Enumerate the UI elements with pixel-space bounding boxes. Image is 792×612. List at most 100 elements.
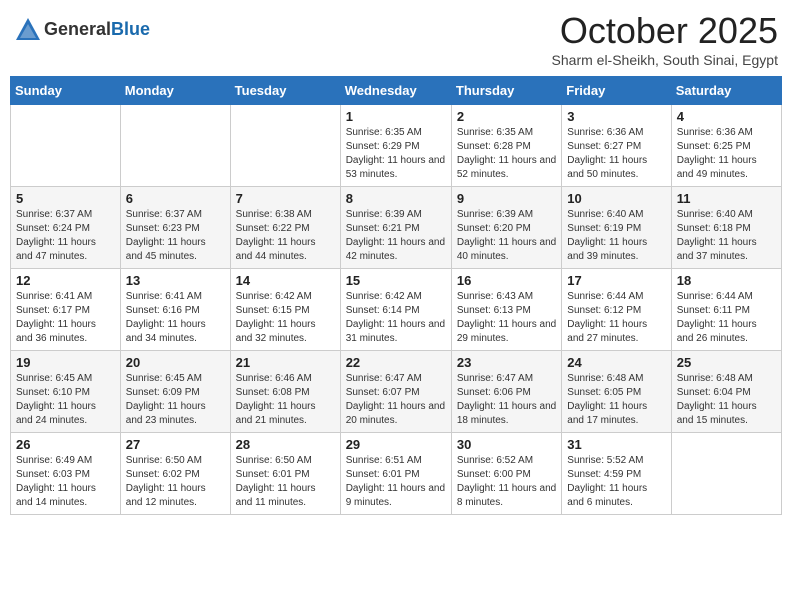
calendar-day-cell: 17 Sunrise: 6:44 AM Sunset: 6:12 PM Dayli… — [562, 269, 671, 351]
day-info: Sunrise: 6:48 AM Sunset: 6:04 PM Dayligh… — [677, 372, 776, 428]
calendar-day-cell: 16 Sunrise: 6:43 AM Sunset: 6:13 PM Dayli… — [451, 269, 561, 351]
calendar-day-cell: 27Sunrise: 6:50 AM Sunset: 6:02 PM Dayli… — [120, 433, 230, 515]
calendar-day-cell: 18 Sunrise: 6:44 AM Sunset: 6:11 PM Dayli… — [671, 269, 781, 351]
calendar-day-cell: 15Sunrise: 6:42 AM Sunset: 6:14 PM Dayli… — [340, 269, 451, 351]
calendar-day-cell: 6Sunrise: 6:37 AM Sunset: 6:23 PM Daylig… — [120, 187, 230, 269]
day-info: Sunrise: 6:36 AM Sunset: 6:25 PM Dayligh… — [677, 126, 776, 182]
day-number: 28 — [236, 437, 335, 452]
calendar-day-cell: 19 Sunrise: 6:45 AM Sunset: 6:10 PM Dayli… — [11, 351, 121, 433]
day-info: Sunrise: 6:39 AM Sunset: 6:20 PM Dayligh… — [457, 208, 556, 264]
day-number: 1 — [346, 109, 446, 124]
day-number: 6 — [126, 191, 225, 206]
calendar-day-cell: 13 Sunrise: 6:41 AM Sunset: 6:16 PM Dayli… — [120, 269, 230, 351]
day-number: 15 — [346, 273, 446, 288]
calendar-day-cell: 30Sunrise: 6:52 AM Sunset: 6:00 PM Dayli… — [451, 433, 561, 515]
day-number: 17 — [567, 273, 665, 288]
calendar-day-cell: 29 Sunrise: 6:51 AM Sunset: 6:01 PM Dayli… — [340, 433, 451, 515]
day-info: Sunrise: 6:35 AM Sunset: 6:29 PM Dayligh… — [346, 126, 446, 182]
calendar-day-cell — [230, 105, 340, 187]
calendar-week-row: 12 Sunrise: 6:41 AM Sunset: 6:17 PM Dayli… — [11, 269, 782, 351]
calendar-day-cell: 1 Sunrise: 6:35 AM Sunset: 6:29 PM Daylig… — [340, 105, 451, 187]
calendar-day-cell: 8 Sunrise: 6:39 AM Sunset: 6:21 PM Daylig… — [340, 187, 451, 269]
day-info: Sunrise: 6:44 AM Sunset: 6:11 PM Dayligh… — [677, 290, 776, 346]
day-of-week-header: Monday — [120, 77, 230, 105]
day-number: 12 — [16, 273, 115, 288]
calendar-day-cell: 7 Sunrise: 6:38 AM Sunset: 6:22 PM Daylig… — [230, 187, 340, 269]
day-info: Sunrise: 6:40 AM Sunset: 6:18 PM Dayligh… — [677, 208, 776, 264]
day-number: 7 — [236, 191, 335, 206]
day-info: Sunrise: 6:37 AM Sunset: 6:24 PM Dayligh… — [16, 208, 115, 264]
calendar-day-cell — [120, 105, 230, 187]
calendar-header-row: SundayMondayTuesdayWednesdayThursdayFrid… — [11, 77, 782, 105]
calendar-day-cell: 26 Sunrise: 6:49 AM Sunset: 6:03 PM Dayli… — [11, 433, 121, 515]
location: Sharm el-Sheikh, South Sinai, Egypt — [552, 52, 778, 68]
day-number: 4 — [677, 109, 776, 124]
calendar-day-cell: 3 Sunrise: 6:36 AM Sunset: 6:27 PM Daylig… — [562, 105, 671, 187]
day-info: Sunrise: 6:49 AM Sunset: 6:03 PM Dayligh… — [16, 454, 115, 510]
logo-icon — [14, 16, 42, 44]
day-of-week-header: Saturday — [671, 77, 781, 105]
day-info: Sunrise: 6:43 AM Sunset: 6:13 PM Dayligh… — [457, 290, 556, 346]
calendar-week-row: 26 Sunrise: 6:49 AM Sunset: 6:03 PM Dayli… — [11, 433, 782, 515]
calendar-day-cell: 22 Sunrise: 6:47 AM Sunset: 6:07 PM Dayli… — [340, 351, 451, 433]
day-number: 20 — [126, 355, 225, 370]
day-number: 11 — [677, 191, 776, 206]
day-info: Sunrise: 6:35 AM Sunset: 6:28 PM Dayligh… — [457, 126, 556, 182]
calendar-day-cell: 2Sunrise: 6:35 AM Sunset: 6:28 PM Daylig… — [451, 105, 561, 187]
day-info: Sunrise: 6:38 AM Sunset: 6:22 PM Dayligh… — [236, 208, 335, 264]
calendar-table: SundayMondayTuesdayWednesdayThursdayFrid… — [10, 76, 782, 515]
calendar-day-cell — [11, 105, 121, 187]
day-number: 19 — [16, 355, 115, 370]
day-info: Sunrise: 6:52 AM Sunset: 6:00 PM Dayligh… — [457, 454, 556, 510]
day-number: 25 — [677, 355, 776, 370]
calendar-day-cell: 31Sunrise: 5:52 AM Sunset: 4:59 PM Dayli… — [562, 433, 671, 515]
day-info: Sunrise: 6:41 AM Sunset: 6:17 PM Dayligh… — [16, 290, 115, 346]
day-number: 3 — [567, 109, 665, 124]
day-number: 8 — [346, 191, 446, 206]
calendar-week-row: 1 Sunrise: 6:35 AM Sunset: 6:29 PM Daylig… — [11, 105, 782, 187]
day-number: 5 — [16, 191, 115, 206]
day-info: Sunrise: 6:45 AM Sunset: 6:10 PM Dayligh… — [16, 372, 115, 428]
day-number: 22 — [346, 355, 446, 370]
day-of-week-header: Thursday — [451, 77, 561, 105]
day-info: Sunrise: 5:52 AM Sunset: 4:59 PM Dayligh… — [567, 454, 665, 510]
title-block: October 2025 Sharm el-Sheikh, South Sina… — [552, 10, 778, 68]
day-number: 16 — [457, 273, 556, 288]
calendar-day-cell: 14 Sunrise: 6:42 AM Sunset: 6:15 PM Dayli… — [230, 269, 340, 351]
day-of-week-header: Tuesday — [230, 77, 340, 105]
calendar-day-cell: 25 Sunrise: 6:48 AM Sunset: 6:04 PM Dayli… — [671, 351, 781, 433]
day-info: Sunrise: 6:39 AM Sunset: 6:21 PM Dayligh… — [346, 208, 446, 264]
day-number: 29 — [346, 437, 446, 452]
day-info: Sunrise: 6:41 AM Sunset: 6:16 PM Dayligh… — [126, 290, 225, 346]
calendar-day-cell: 23 Sunrise: 6:47 AM Sunset: 6:06 PM Dayli… — [451, 351, 561, 433]
day-info: Sunrise: 6:44 AM Sunset: 6:12 PM Dayligh… — [567, 290, 665, 346]
calendar-day-cell: 11 Sunrise: 6:40 AM Sunset: 6:18 PM Dayli… — [671, 187, 781, 269]
day-number: 27 — [126, 437, 225, 452]
day-of-week-header: Wednesday — [340, 77, 451, 105]
calendar-day-cell: 5 Sunrise: 6:37 AM Sunset: 6:24 PM Daylig… — [11, 187, 121, 269]
logo-text: GeneralBlue — [44, 20, 150, 40]
day-info: Sunrise: 6:36 AM Sunset: 6:27 PM Dayligh… — [567, 126, 665, 182]
day-number: 13 — [126, 273, 225, 288]
calendar-day-cell: 9 Sunrise: 6:39 AM Sunset: 6:20 PM Daylig… — [451, 187, 561, 269]
day-info: Sunrise: 6:51 AM Sunset: 6:01 PM Dayligh… — [346, 454, 446, 510]
day-of-week-header: Friday — [562, 77, 671, 105]
calendar-day-cell: 20 Sunrise: 6:45 AM Sunset: 6:09 PM Dayli… — [120, 351, 230, 433]
day-info: Sunrise: 6:47 AM Sunset: 6:06 PM Dayligh… — [457, 372, 556, 428]
day-info: Sunrise: 6:45 AM Sunset: 6:09 PM Dayligh… — [126, 372, 225, 428]
calendar-day-cell: 4 Sunrise: 6:36 AM Sunset: 6:25 PM Daylig… — [671, 105, 781, 187]
calendar-day-cell: 21Sunrise: 6:46 AM Sunset: 6:08 PM Dayli… — [230, 351, 340, 433]
calendar-day-cell: 24Sunrise: 6:48 AM Sunset: 6:05 PM Dayli… — [562, 351, 671, 433]
month-title: October 2025 — [552, 10, 778, 52]
day-number: 23 — [457, 355, 556, 370]
day-info: Sunrise: 6:48 AM Sunset: 6:05 PM Dayligh… — [567, 372, 665, 428]
page-header: GeneralBlue October 2025 Sharm el-Sheikh… — [10, 10, 782, 68]
day-number: 9 — [457, 191, 556, 206]
day-number: 14 — [236, 273, 335, 288]
day-info: Sunrise: 6:42 AM Sunset: 6:15 PM Dayligh… — [236, 290, 335, 346]
day-number: 26 — [16, 437, 115, 452]
logo-general: General — [44, 19, 111, 39]
calendar-day-cell: 28Sunrise: 6:50 AM Sunset: 6:01 PM Dayli… — [230, 433, 340, 515]
day-info: Sunrise: 6:47 AM Sunset: 6:07 PM Dayligh… — [346, 372, 446, 428]
day-number: 18 — [677, 273, 776, 288]
